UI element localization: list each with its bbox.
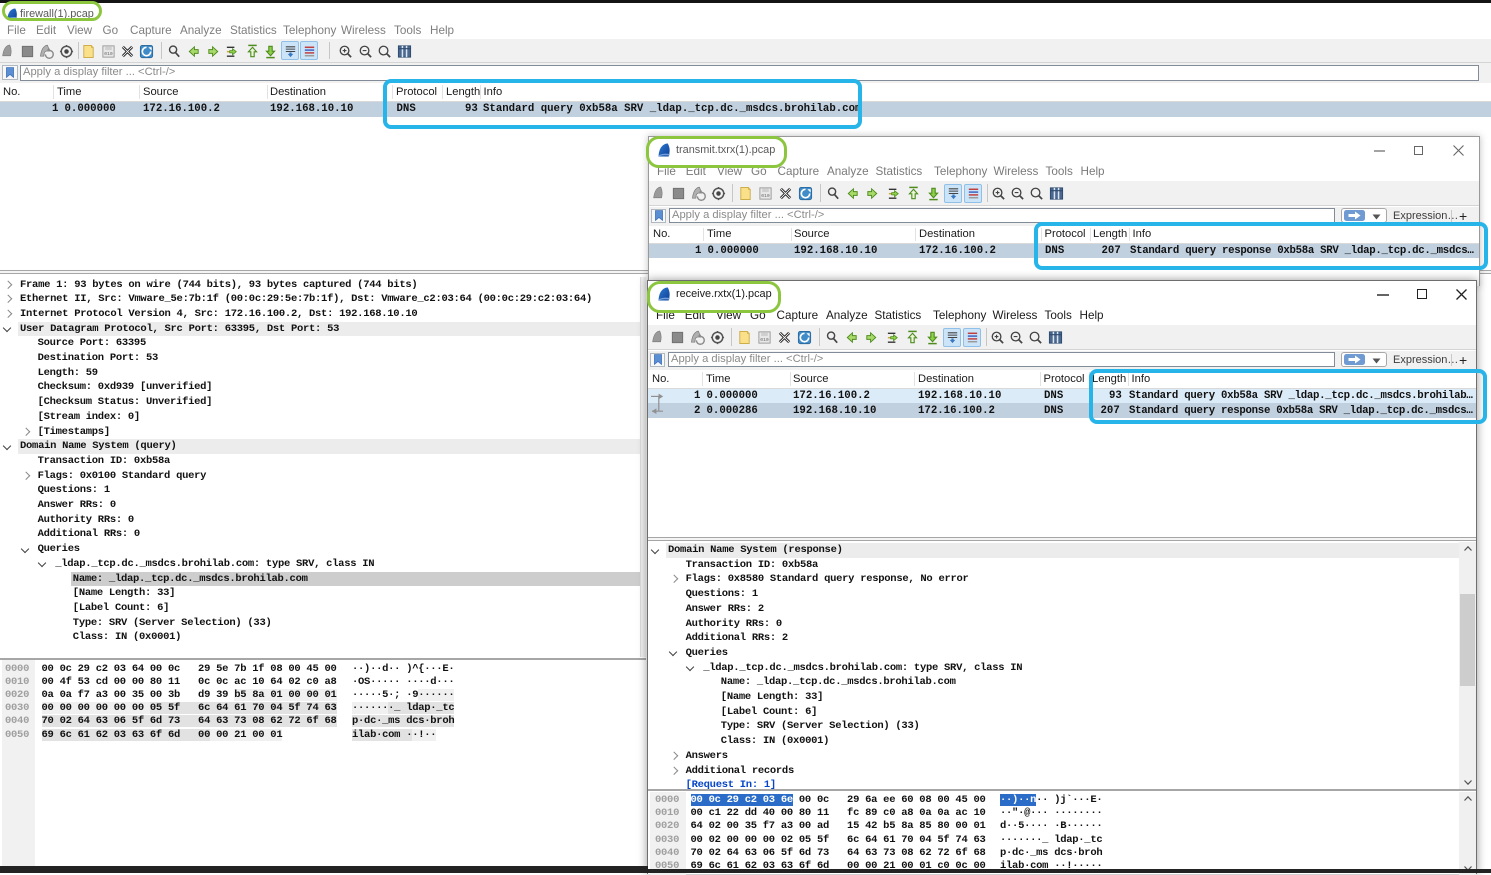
svg-text:010: 010 [104, 50, 113, 56]
svg-text:010: 010 [761, 193, 770, 199]
svg-text:010: 010 [760, 337, 769, 343]
